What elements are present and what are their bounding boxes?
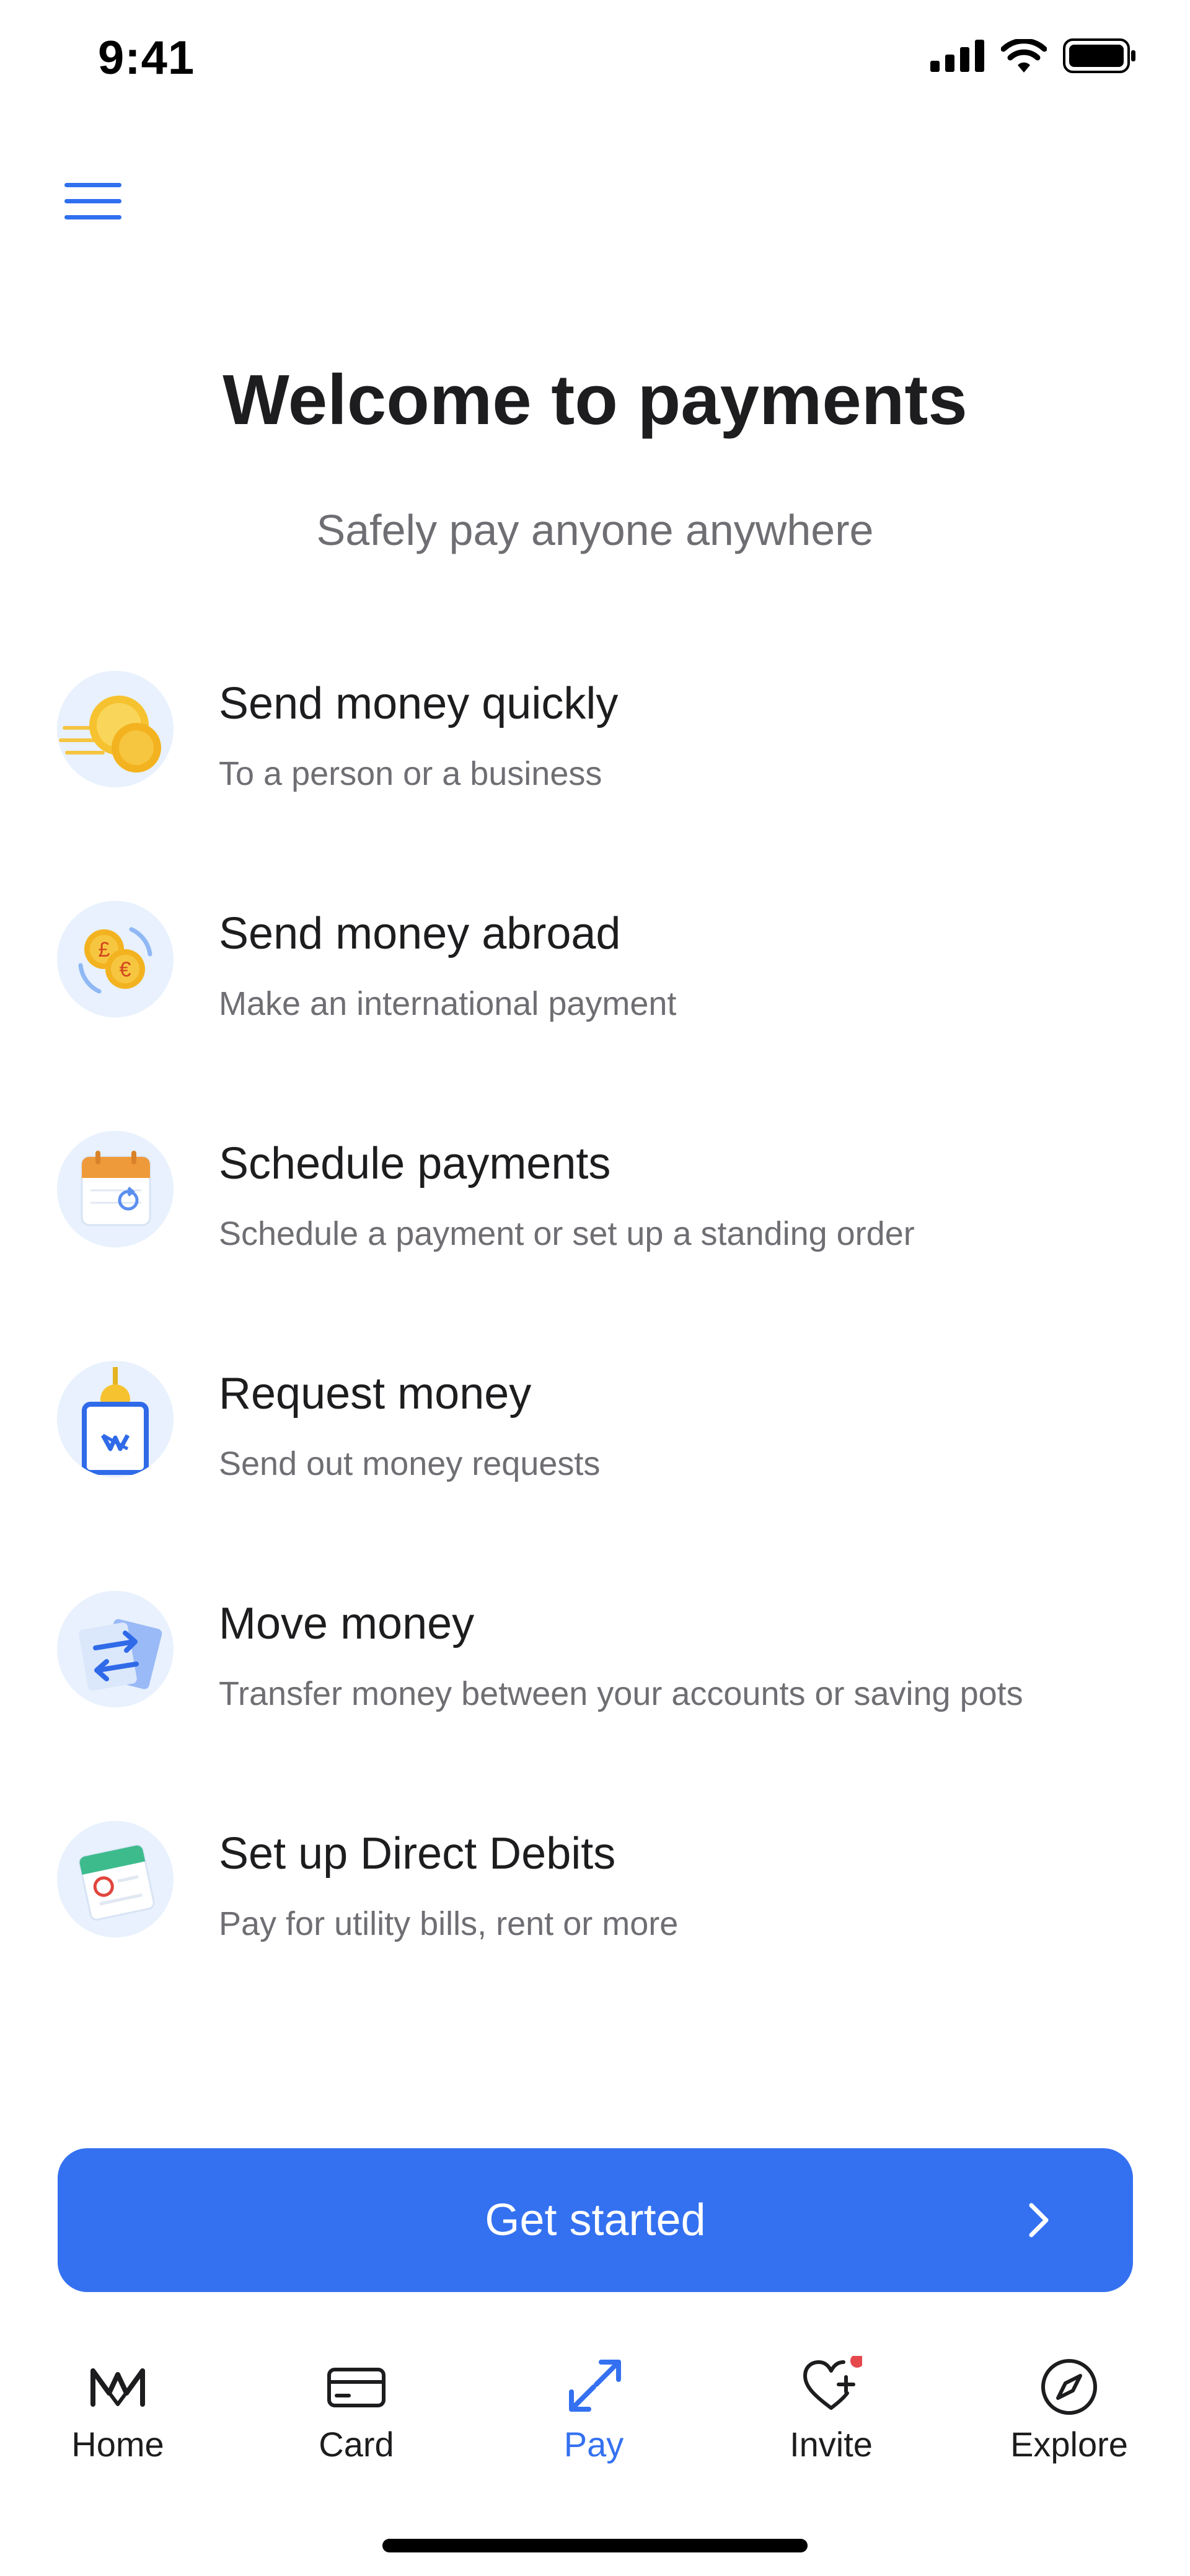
tab-card[interactable]: Card <box>263 2331 449 2480</box>
feature-description: Transfer money between your accounts or … <box>219 1675 1023 1712</box>
feature-description: Make an international payment <box>219 985 677 1022</box>
feature-item-schedule-payments[interactable]: Schedule payments Schedule a payment or … <box>0 1131 1190 1361</box>
heart-plus-icon <box>803 2356 862 2410</box>
tab-home[interactable]: Home <box>25 2331 211 2480</box>
svg-text:€: € <box>120 958 131 981</box>
feature-description: Schedule a payment or set up a standing … <box>219 1215 915 1252</box>
tab-bar: Home Card Pay Invite Explore <box>0 2331 1190 2486</box>
feature-item-send-money-quickly[interactable]: Send money quickly To a person or a busi… <box>0 671 1190 901</box>
page-subtitle: Safely pay anyone anywhere <box>316 506 874 554</box>
get-started-label: Get started <box>485 2195 706 2245</box>
feature-title: Move money <box>219 1599 475 1649</box>
feature-title: Set up Direct Debits <box>219 1829 616 1879</box>
coins-fast-icon <box>57 671 174 787</box>
feature-description: To a person or a business <box>219 755 602 792</box>
tab-explore[interactable]: Explore <box>976 2331 1162 2480</box>
feature-title: Schedule payments <box>219 1139 611 1188</box>
battery-icon <box>1063 38 1135 73</box>
page-title: Welcome to payments <box>223 361 967 440</box>
feature-title: Send money abroad <box>219 909 621 958</box>
feature-item-send-money-abroad[interactable]: £ € Send money abroad Make an internatio… <box>0 901 1190 1131</box>
svg-text:£: £ <box>99 938 110 962</box>
direct-debit-icon <box>57 1821 174 1937</box>
notification-dot <box>850 2356 862 2368</box>
get-started-button[interactable]: Get started <box>58 2148 1133 2292</box>
wifi-icon <box>1001 39 1047 73</box>
status-bar: 9:41 <box>0 0 1190 124</box>
chevron-right-icon <box>1029 2203 1049 2237</box>
compass-icon <box>1041 2359 1097 2415</box>
calendar-icon <box>57 1131 174 1247</box>
status-time: 9:41 <box>98 32 195 84</box>
home-indicator <box>382 2539 808 2552</box>
tab-label: Explore <box>1010 2425 1128 2464</box>
feature-title: Send money quickly <box>219 679 619 728</box>
feature-item-move-money[interactable]: Move money Transfer money between your a… <box>0 1591 1190 1821</box>
pay-arrows-icon <box>569 2360 621 2412</box>
feature-description: Send out money requests <box>219 1445 601 1482</box>
feature-item-request-money[interactable]: Request money Send out money requests <box>0 1361 1190 1591</box>
feature-title: Request money <box>219 1369 532 1419</box>
request-money-icon <box>57 1361 174 1477</box>
tab-label: Card <box>319 2425 394 2464</box>
cellular-signal-icon <box>930 40 984 72</box>
feature-item-direct-debits[interactable]: Set up Direct Debits Pay for utility bil… <box>0 1821 1190 2051</box>
feature-list: Send money quickly To a person or a busi… <box>0 671 1190 2051</box>
tab-label: Pay <box>563 2425 624 2464</box>
status-icons <box>930 38 1137 73</box>
tab-label: Home <box>71 2425 164 2464</box>
tab-label: Invite <box>790 2425 873 2464</box>
currency-exchange-icon: £ € <box>57 901 174 1017</box>
tab-invite[interactable]: Invite <box>738 2331 924 2480</box>
tab-pay[interactable]: Pay <box>501 2331 687 2480</box>
card-icon <box>327 2368 386 2407</box>
menu-button[interactable] <box>62 177 124 226</box>
transfer-arrows-icon <box>57 1591 174 1707</box>
feature-description: Pay for utility bills, rent or more <box>219 1905 679 1942</box>
home-logo-icon <box>90 2368 145 2407</box>
